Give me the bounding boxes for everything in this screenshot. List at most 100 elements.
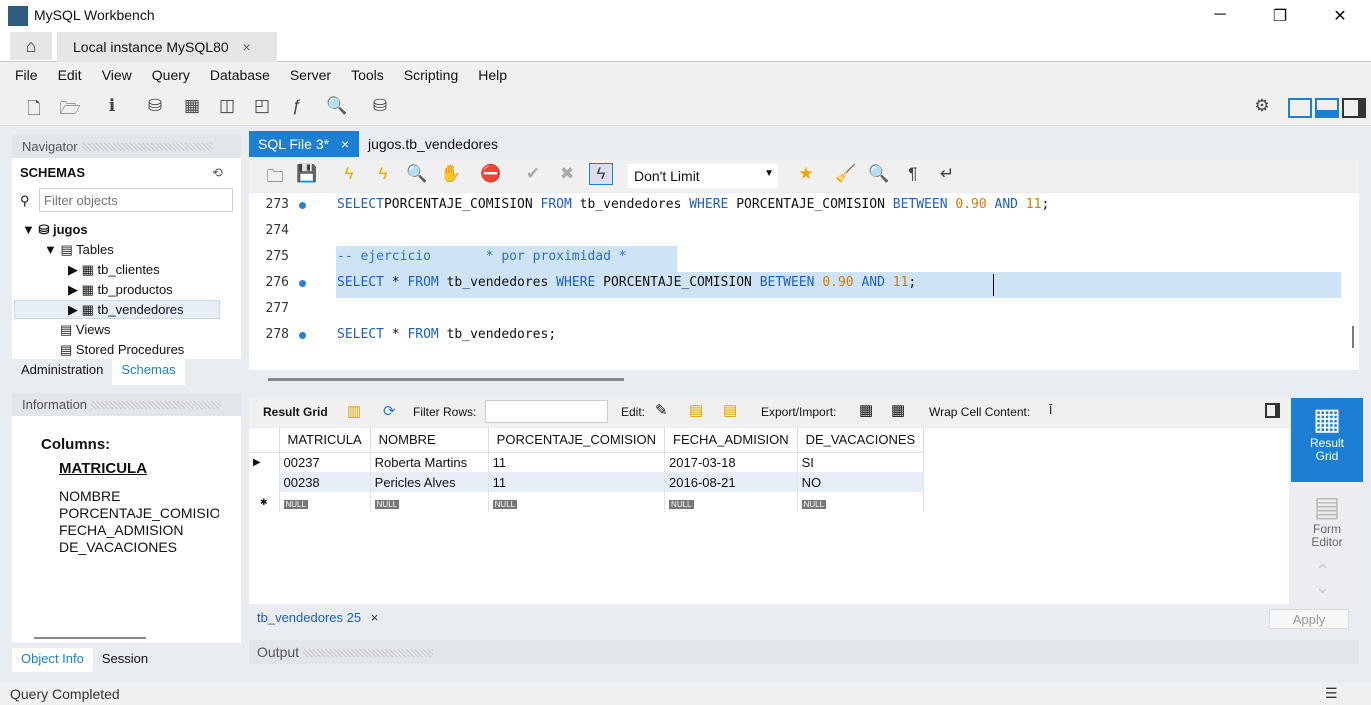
cell[interactable]: 00237 — [279, 452, 371, 472]
form-editor-button[interactable]: ▤ Form Editor — [1291, 490, 1363, 549]
scroll-arrows-icon[interactable]: ⌃ ⌄ — [1315, 562, 1330, 596]
tab-object-info[interactable]: Object Info — [12, 648, 93, 672]
toggle-sidebar-icon[interactable] — [1288, 98, 1312, 118]
maximize-button[interactable]: ❐ — [1265, 6, 1295, 26]
table-row[interactable]: 00238 Pericles Alves 11 2016-08-21 NO — [249, 472, 925, 492]
minimize-button[interactable]: ─ — [1205, 6, 1235, 24]
create-procedure-icon[interactable]: ◰ — [250, 96, 274, 118]
wrap-lines-icon[interactable]: ↵ — [935, 164, 959, 186]
menu-help[interactable]: Help — [478, 62, 517, 88]
add-snippet-icon[interactable]: ★ — [794, 164, 818, 186]
create-schema-icon[interactable]: ⛁ — [143, 96, 167, 118]
cell[interactable]: Roberta Martins — [370, 452, 489, 472]
column-header[interactable]: PORCENTAJE_COMISION — [488, 428, 666, 453]
new-sql-tab-icon[interactable]: 🗋 — [22, 96, 46, 118]
horizontal-scrollbar[interactable] — [268, 378, 624, 381]
menu-scripting[interactable]: Scripting — [404, 62, 468, 88]
vertical-scrollbar[interactable] — [1352, 326, 1354, 348]
execute-icon[interactable]: ϟ — [337, 164, 361, 186]
column-header[interactable]: NOMBRE — [370, 428, 489, 453]
column-header[interactable]: FECHA_ADMISION — [664, 428, 798, 453]
settings-icon[interactable]: ⚙ — [1250, 96, 1274, 118]
tab-administration[interactable]: Administration — [12, 359, 112, 385]
export-icon[interactable]: ▦ — [859, 401, 873, 419]
explain-icon[interactable]: 🔍 — [405, 164, 429, 186]
toggle-error-icon[interactable]: ⛔ — [479, 164, 503, 186]
menu-database[interactable]: Database — [210, 62, 280, 88]
code-line[interactable]: SELECT * FROM tb_vendedores WHERE PORCEN… — [337, 275, 916, 290]
close-button[interactable]: ✕ — [1325, 6, 1355, 26]
stop-icon[interactable]: ✋ — [439, 164, 463, 186]
stored-procedures-node[interactable]: ▤ Stored Procedures — [60, 342, 184, 358]
grid-layout-icon[interactable]: ▥ — [347, 402, 361, 420]
tab-local-instance[interactable]: Local instance MySQL80 × — [57, 32, 277, 62]
cell[interactable]: 00238 — [279, 472, 371, 492]
tab-close-icon[interactable]: × — [341, 136, 349, 152]
sql-editor[interactable]: 273 SELECTPORCENTAJE_COMISION FROM tb_ven… — [249, 193, 1359, 370]
menu-edit[interactable]: Edit — [58, 62, 92, 88]
menu-query[interactable]: Query — [152, 62, 200, 88]
open-sql-script-icon[interactable]: 🗁 — [58, 96, 82, 118]
invisible-chars-icon[interactable]: ¶ — [901, 164, 925, 186]
scrollbar[interactable] — [34, 637, 146, 639]
new-row[interactable]: ✱ NULL NULL NULL NULL NULL — [249, 492, 925, 512]
edit-row-icon[interactable]: ✎ — [655, 401, 668, 419]
cell[interactable]: SI — [797, 452, 925, 472]
toggle-panel-icon[interactable] — [1265, 403, 1280, 418]
table-tb-vendedores[interactable]: ▶ ▦ tb_vendedores — [14, 300, 220, 319]
find-icon[interactable]: 🔍 — [867, 164, 891, 186]
cell[interactable]: Pericles Alves — [370, 472, 489, 492]
toggle-output-icon[interactable] — [1315, 98, 1339, 118]
create-view-icon[interactable]: ◫ — [215, 96, 239, 118]
delete-row-icon[interactable]: ▤ — [723, 401, 737, 419]
filter-rows-input[interactable] — [485, 400, 608, 423]
tab-session[interactable]: Session — [93, 648, 157, 672]
code-line[interactable]: SELECT * FROM tb_vendedores; — [337, 327, 556, 342]
reconnect-icon[interactable]: ⛁ — [368, 96, 392, 118]
refresh-icon[interactable]: ⟳ — [383, 402, 396, 420]
tab-jugos-tb-vendedores[interactable]: jugos.tb_vendedores — [368, 136, 498, 152]
table-tb-productos[interactable]: ▶ ▦ tb_productos — [68, 282, 173, 298]
create-function-icon[interactable]: ƒ — [285, 96, 309, 118]
status-log-icon[interactable]: ☰ — [1325, 685, 1338, 702]
search-table-data-icon[interactable]: 🔍 — [325, 96, 349, 118]
tab-schemas[interactable]: Schemas — [112, 359, 185, 385]
table-row[interactable]: ▶ 00237 Roberta Martins 11 2017-03-18 SI — [249, 452, 925, 472]
wrap-cell-icon[interactable]: Ī — [1049, 403, 1052, 417]
column-header[interactable]: MATRICULA — [279, 428, 371, 453]
menu-view[interactable]: View — [102, 62, 142, 88]
commit-icon[interactable]: ✔ — [521, 164, 545, 186]
code-line[interactable]: SELECTPORCENTAJE_COMISION FROM tb_vended… — [337, 197, 1049, 212]
tab-close-icon[interactable]: × — [371, 610, 379, 625]
result-grid[interactable]: MATRICULA NOMBRE PORCENTAJE_COMISION FEC… — [249, 428, 1289, 604]
menu-file[interactable]: File — [15, 62, 48, 88]
column-header[interactable]: DE_VACACIONES — [797, 428, 925, 453]
inspector-icon[interactable]: ℹ — [100, 96, 124, 118]
add-row-icon[interactable]: ▤ — [689, 401, 703, 419]
beautify-icon[interactable]: 🧹 — [834, 164, 858, 186]
open-file-icon[interactable]: 🗀 — [263, 164, 287, 186]
apply-button[interactable]: Apply — [1269, 609, 1349, 629]
limit-rows-select[interactable]: Don't Limit ▼ — [628, 164, 778, 188]
cell[interactable]: 2017-03-18 — [664, 452, 798, 472]
result-grid-view-button[interactable]: ▦ Result Grid — [1291, 398, 1363, 482]
code-line[interactable]: -- ejercicio * por proximidad * — [337, 249, 627, 264]
tab-close-icon[interactable]: × — [243, 39, 251, 55]
menu-server[interactable]: Server — [290, 62, 341, 88]
refresh-icon[interactable]: ⟲ — [212, 165, 223, 181]
home-icon[interactable]: ⌂ — [10, 32, 52, 60]
menu-tools[interactable]: Tools — [351, 62, 394, 88]
autocommit-icon[interactable]: ϟ — [589, 163, 613, 185]
schema-jugos[interactable]: ▼ ⛁ jugos — [22, 222, 88, 238]
create-table-icon[interactable]: ▦ — [180, 96, 204, 118]
toggle-secondary-sidebar-icon[interactable] — [1342, 98, 1366, 118]
filter-objects-input[interactable] — [39, 188, 233, 212]
cell[interactable]: NO — [797, 472, 925, 492]
import-icon[interactable]: ▦ — [891, 401, 905, 419]
views-node[interactable]: ▤ Views — [60, 322, 110, 338]
save-icon[interactable]: 💾 — [295, 164, 319, 186]
execute-current-icon[interactable]: ϟ — [371, 164, 395, 186]
cell[interactable]: 2016-08-21 — [664, 472, 798, 492]
cell[interactable]: 11 — [488, 452, 666, 472]
result-tab[interactable]: tb_vendedores 25 × — [249, 606, 399, 630]
